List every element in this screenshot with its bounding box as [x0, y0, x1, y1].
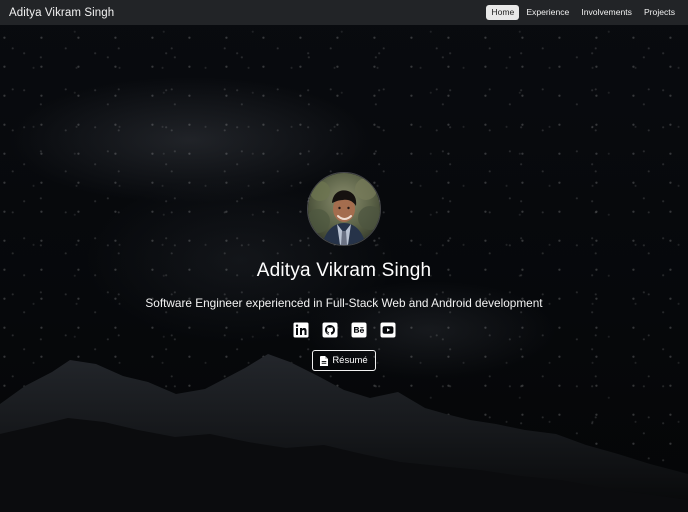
- hero-section: Aditya Vikram Singh Software Engineer ex…: [0, 172, 688, 371]
- profile-photo: [308, 173, 380, 245]
- nav-link-home[interactable]: Home: [486, 5, 520, 20]
- brand-title[interactable]: Aditya Vikram Singh: [9, 7, 114, 19]
- github-icon[interactable]: [322, 322, 338, 338]
- profile-tagline: Software Engineer experienced in Full-St…: [145, 296, 543, 310]
- youtube-icon[interactable]: [380, 322, 396, 338]
- behance-icon[interactable]: [351, 322, 367, 338]
- navbar: Aditya Vikram Singh Home Experience Invo…: [0, 0, 688, 25]
- file-icon: [320, 355, 329, 366]
- nav-link-experience[interactable]: Experience: [521, 5, 574, 20]
- nav-links: Home Experience Involvements Projects: [486, 5, 680, 20]
- profile-name: Aditya Vikram Singh: [256, 260, 432, 281]
- resume-button-label: Résumé: [332, 355, 368, 366]
- linkedin-icon[interactable]: [293, 322, 309, 338]
- nav-link-projects[interactable]: Projects: [639, 5, 680, 20]
- page: Aditya Vikram Singh Home Experience Invo…: [0, 0, 688, 512]
- nav-link-involvements[interactable]: Involvements: [576, 5, 637, 20]
- avatar: [307, 172, 381, 246]
- resume-button[interactable]: Résumé: [312, 350, 376, 371]
- social-links: [293, 322, 396, 338]
